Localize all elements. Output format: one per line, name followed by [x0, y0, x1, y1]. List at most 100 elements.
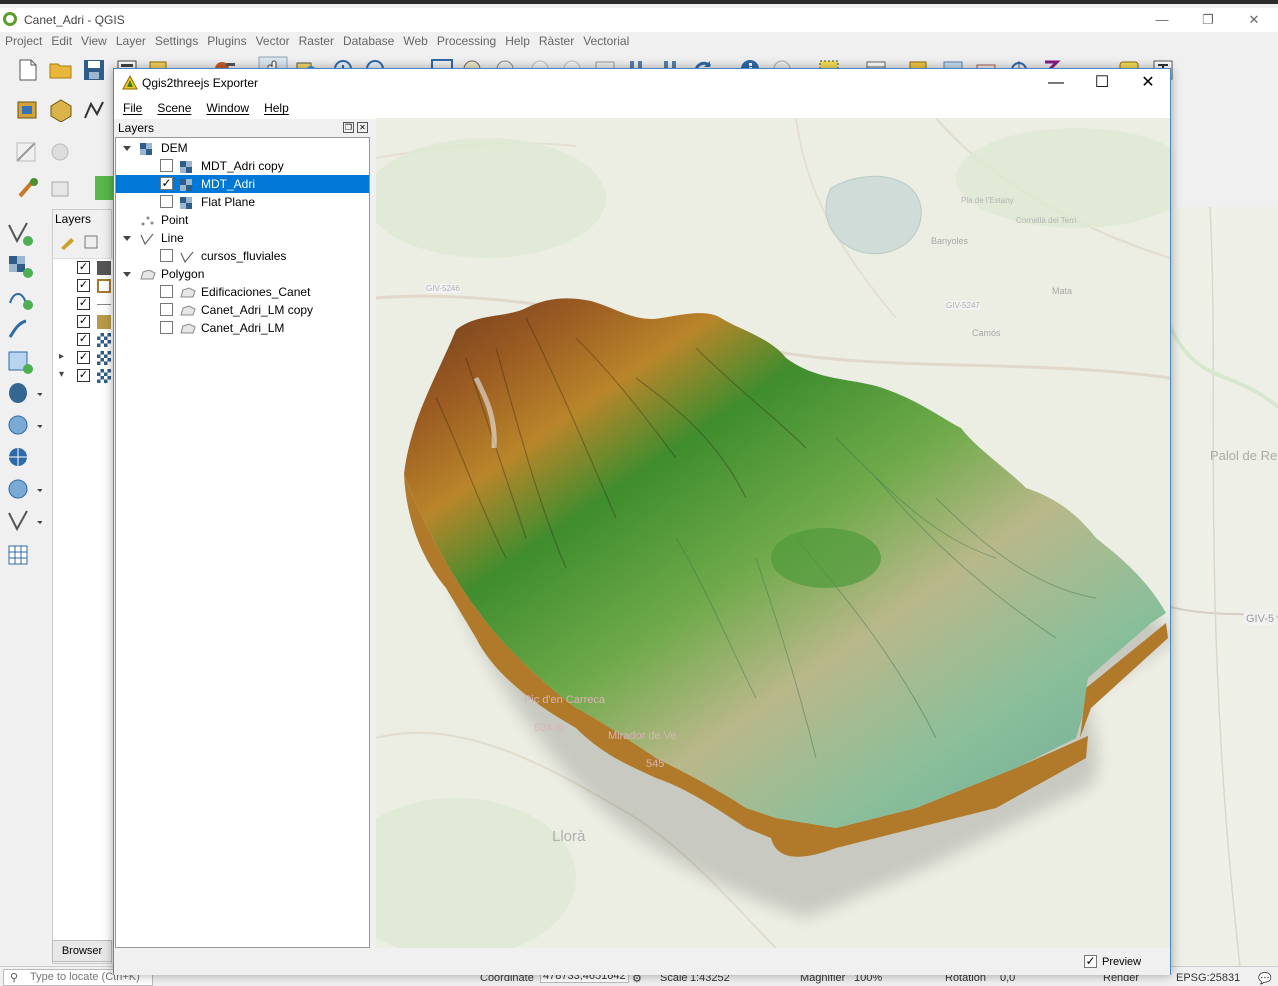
- qgis-menu-10[interactable]: Processing: [437, 34, 496, 48]
- add-mesh-layer-icon[interactable]: [6, 285, 34, 311]
- exporter-menu-file[interactable]: File: [123, 101, 142, 115]
- tree-layer-cursos-fluviales[interactable]: cursos_fluviales: [116, 247, 369, 265]
- expand-arrow-icon[interactable]: [123, 146, 131, 151]
- layer-visibility-checkbox[interactable]: [160, 303, 173, 316]
- exporter-minimize-icon[interactable]: —: [1033, 69, 1079, 97]
- tree-layer-mdt-adri[interactable]: ✓ MDT_Adri: [116, 175, 369, 193]
- layer-visibility-checkbox[interactable]: [160, 159, 173, 172]
- qgis-layer-checkbox[interactable]: ✓: [77, 261, 90, 274]
- layer-visibility-checkbox[interactable]: [160, 285, 173, 298]
- tree-item-label: Line: [161, 231, 184, 245]
- qgis-layer-checkbox[interactable]: ✓: [77, 351, 90, 364]
- layer-visibility-checkbox[interactable]: [160, 195, 173, 208]
- save-project-icon[interactable]: [83, 59, 105, 81]
- add-virtual-layer-icon[interactable]: [6, 509, 42, 535]
- raster-icon: [180, 160, 192, 173]
- open-layer-styling-icon[interactable]: [59, 234, 77, 250]
- tree-group-polygon[interactable]: Polygon: [116, 265, 369, 283]
- search-green-icon[interactable]: [95, 176, 113, 200]
- layer-visibility-checkbox[interactable]: [160, 249, 173, 262]
- exporter-layer-tree: DEM MDT_Adri copy ✓ MDT_Adri Flat Plane Point…: [115, 137, 370, 948]
- qgis-menu-2[interactable]: View: [81, 34, 107, 48]
- qgis-menu-9[interactable]: Web: [403, 34, 427, 48]
- open-project-icon[interactable]: [49, 60, 73, 80]
- add-wcs-icon[interactable]: [6, 477, 42, 503]
- qgis-layer-checkbox[interactable]: ✓: [77, 297, 90, 310]
- new-geopackage-icon[interactable]: [48, 98, 74, 122]
- add-wfs-icon[interactable]: [6, 445, 34, 471]
- qgis-layer-checkbox[interactable]: ✓: [77, 369, 90, 382]
- tree-layer-edificaciones-canet[interactable]: Edificaciones_Canet: [116, 283, 369, 301]
- messages-icon[interactable]: 💬: [1258, 972, 1272, 985]
- qgis-layer-checkbox[interactable]: ✓: [77, 315, 90, 328]
- tree-group-line[interactable]: Line: [116, 229, 369, 247]
- tree-group-dem[interactable]: DEM: [116, 139, 369, 157]
- qgis-menu-0[interactable]: Project: [5, 34, 42, 48]
- layer-visibility-checkbox[interactable]: [160, 321, 173, 334]
- toggle-editing-icon[interactable]: [14, 140, 40, 164]
- expand-arrow-icon[interactable]: [123, 236, 131, 241]
- 3d-preview-viewport[interactable]: Banyoles Pla de l'Estany Mata Camós Pic …: [376, 118, 1170, 948]
- preview-checkbox[interactable]: ✓: [1084, 955, 1097, 968]
- layer-symbol-icon: [97, 315, 111, 329]
- map-label-mata: Mata: [1052, 286, 1073, 296]
- qgis-group-expander-icon[interactable]: ▾: [59, 369, 64, 380]
- qgis-menu-6[interactable]: Vector: [256, 34, 290, 48]
- new-shapefile-icon[interactable]: [82, 98, 108, 122]
- tree-layer-flat-plane[interactable]: Flat Plane: [116, 193, 369, 211]
- qgis-menu-1[interactable]: Edit: [51, 34, 72, 48]
- layer-visibility-checkbox[interactable]: ✓: [160, 177, 173, 190]
- qgis-layer-checkbox[interactable]: ✓: [77, 279, 90, 292]
- browser-tab[interactable]: Browser: [52, 940, 112, 962]
- qgis-menu-7[interactable]: Raster: [299, 34, 334, 48]
- qgis-menu-13[interactable]: Vectorial: [583, 34, 629, 48]
- new-project-icon[interactable]: [18, 59, 38, 81]
- close-icon[interactable]: ✕: [1240, 11, 1268, 29]
- save-edits-icon[interactable]: [48, 140, 84, 164]
- restore-icon[interactable]: ❐: [1194, 11, 1222, 29]
- search-icon: ⚲: [10, 972, 19, 984]
- add-raster-layer-icon[interactable]: [6, 253, 34, 279]
- tree-layer-canet-adri-lm[interactable]: Canet_Adri_LM: [116, 319, 369, 337]
- qgis-layer-checkbox[interactable]: ✓: [77, 333, 90, 346]
- map-label-llora: Llorà: [552, 828, 586, 845]
- crs-label[interactable]: EPSG:25831: [1176, 972, 1240, 984]
- qgis-group-expander-icon[interactable]: ▸: [59, 351, 64, 362]
- tree-group-point[interactable]: Point: [116, 211, 369, 229]
- qgis-menu-11[interactable]: Help: [505, 34, 530, 48]
- exporter-menu-window[interactable]: Window: [206, 101, 249, 115]
- georeferencer-icon[interactable]: [16, 176, 42, 200]
- minimize-icon[interactable]: —: [1148, 11, 1176, 29]
- qgis-map-canvas[interactable]: Palol de Re GIV-5: [1168, 206, 1278, 968]
- tree-layer-mdt-adri-copy[interactable]: MDT_Adri copy: [116, 157, 369, 175]
- exporter-menu-help[interactable]: Help: [264, 101, 289, 115]
- exporter-menu-scene[interactable]: Scene: [157, 101, 191, 115]
- tree-item-label: cursos_fluviales: [201, 249, 287, 263]
- qgis-menu-3[interactable]: Layer: [116, 34, 146, 48]
- add-group-icon[interactable]: [83, 234, 101, 250]
- exporter-layers-title: Layers: [118, 121, 155, 135]
- undock-icon[interactable]: ❐: [343, 122, 354, 133]
- exporter-maximize-icon[interactable]: ☐: [1079, 69, 1125, 97]
- add-delimited-text-icon[interactable]: [6, 317, 34, 343]
- exporter-layers-panel: Layers ❐ ✕ DEM MDT_Adri copy ✓ MDT_Adri Flat…: [115, 119, 371, 949]
- data-source-manager-icon[interactable]: [14, 98, 40, 122]
- add-wms-icon[interactable]: [6, 413, 42, 439]
- plugin-tool-icon[interactable]: [48, 176, 74, 200]
- tree-layer-canet-adri-lm-copy[interactable]: Canet_Adri_LM copy: [116, 301, 369, 319]
- add-spatialite-icon[interactable]: [6, 349, 34, 375]
- add-vector-layer-icon[interactable]: [6, 221, 34, 247]
- expand-arrow-icon[interactable]: [123, 272, 131, 277]
- qgis-menu-8[interactable]: Database: [343, 34, 394, 48]
- map-label-giv5247: GIV-5247: [946, 301, 980, 310]
- qgis-menu-4[interactable]: Settings: [155, 34, 198, 48]
- exporter-close-icon[interactable]: ✕: [1125, 69, 1171, 97]
- add-postgis-icon[interactable]: [6, 381, 42, 407]
- exporter-title-bar: Qgis2threejs Exporter — ☐ ✕: [114, 69, 1170, 97]
- qgis-menu-12[interactable]: Ràster: [539, 34, 574, 48]
- add-table-icon[interactable]: [6, 543, 34, 569]
- close-panel-icon[interactable]: ✕: [357, 122, 368, 133]
- layer-symbol-icon: [97, 261, 111, 275]
- qgis-menu-5[interactable]: Plugins: [207, 34, 246, 48]
- qgis2threejs-logo-icon: [122, 75, 138, 90]
